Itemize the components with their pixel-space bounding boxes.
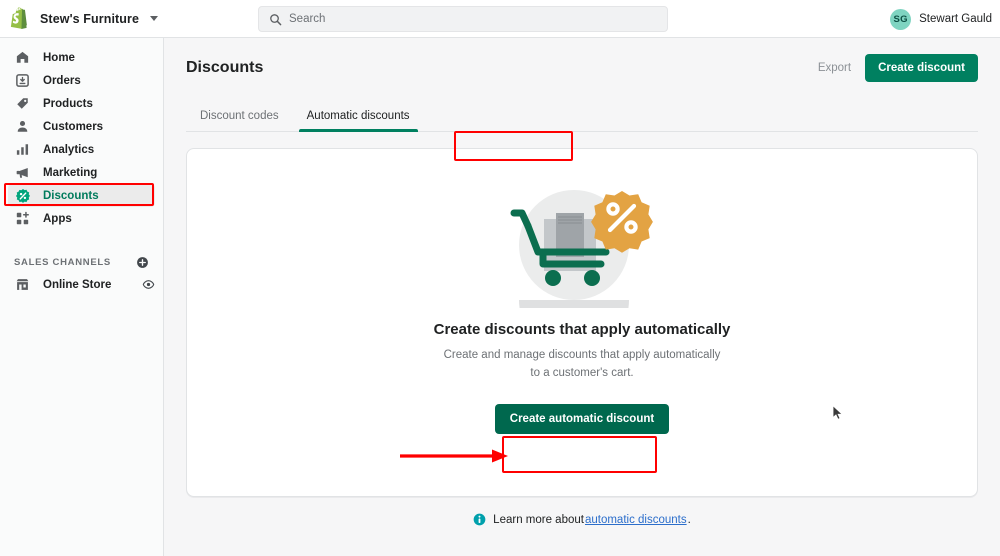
store-name: Stew's Furniture (40, 11, 140, 26)
storefront-icon (14, 276, 31, 293)
bar-chart-icon (14, 141, 31, 158)
avatar: SG (890, 8, 912, 30)
tab-discount-codes[interactable]: Discount codes (186, 110, 293, 131)
person-icon (14, 118, 31, 135)
sidebar-item-apps[interactable]: Apps (8, 207, 155, 230)
sidebar-divider (0, 230, 163, 245)
sidebar-item-analytics[interactable]: Analytics (8, 138, 155, 161)
sidebar-item-label: Orders (43, 74, 81, 87)
create-discount-button[interactable]: Create discount (865, 54, 978, 82)
sidebar-item-orders[interactable]: Orders (8, 69, 155, 92)
eye-icon[interactable] (141, 278, 155, 292)
shopify-admin-window: Stew's Furniture Search SG Stewart Gauld… (0, 0, 1000, 556)
apps-icon (14, 210, 31, 227)
sidebar-item-label: Analytics (43, 143, 95, 156)
learn-more-note: Learn more about automatic discounts . (164, 513, 1000, 526)
tab-automatic-discounts[interactable]: Automatic discounts (293, 110, 424, 132)
chevron-down-icon (150, 16, 159, 21)
sidebar-item-label: Home (43, 51, 75, 64)
tag-icon (14, 95, 31, 112)
sidebar-item-marketing[interactable]: Marketing (8, 161, 155, 184)
home-icon (14, 49, 31, 66)
shopping-cart-with-percent-badge-illustration (510, 190, 653, 308)
search-icon (270, 13, 282, 25)
tab-bar: Discount codes Automatic discounts (186, 100, 978, 132)
page-header-actions: Export Create discount (818, 54, 978, 82)
sidebar-item-label: Products (43, 97, 93, 110)
page-title: Discounts (186, 59, 264, 76)
account-menu[interactable]: SG Stewart Gauld (890, 0, 992, 38)
main-content: Discounts Export Create discount Discoun… (164, 38, 1000, 556)
sidebar-item-label: Marketing (43, 166, 98, 179)
plus-circle-icon[interactable] (135, 255, 149, 269)
megaphone-icon (14, 164, 31, 181)
empty-state-subtitle: Create and manage discounts that apply a… (443, 349, 721, 379)
automatic-discounts-link[interactable]: automatic discounts (585, 514, 687, 526)
info-icon (473, 513, 486, 526)
create-automatic-discount-button[interactable]: Create automatic discount (494, 403, 670, 434)
store-switcher[interactable]: Stew's Furniture (0, 7, 255, 30)
sidebar-item-products[interactable]: Products (8, 92, 155, 115)
export-button[interactable]: Export (818, 62, 851, 74)
learn-more-text: Learn more about (493, 513, 584, 526)
discount-icon (14, 187, 31, 204)
app-body: Home Orders Products Customers Analytics… (0, 38, 1000, 556)
sidebar-item-home[interactable]: Home (8, 46, 155, 69)
empty-state-title: Create discounts that apply automaticall… (433, 321, 731, 338)
empty-state-card: Create discounts that apply automaticall… (186, 148, 978, 497)
top-bar: Stew's Furniture Search SG Stewart Gauld (0, 0, 1000, 38)
sidebar-item-label: Customers (43, 120, 104, 133)
sidebar: Home Orders Products Customers Analytics… (0, 38, 164, 556)
page-header: Discounts Export Create discount (164, 38, 1000, 82)
sidebar-item-label: Apps (43, 212, 72, 225)
sales-channels-header: SALES CHANNELS (0, 251, 163, 273)
account-name: Stewart Gauld (919, 13, 992, 25)
sidebar-item-customers[interactable]: Customers (8, 115, 155, 138)
search-placeholder: Search (289, 13, 326, 25)
shopify-logo (10, 7, 27, 30)
orders-icon (14, 72, 31, 89)
sidebar-item-label: Online Store (43, 278, 112, 291)
sales-channels-title: SALES CHANNELS (14, 256, 111, 268)
sidebar-item-label: Discounts (43, 189, 99, 202)
search-input[interactable]: Search (258, 6, 668, 32)
sidebar-item-online-store[interactable]: Online Store (8, 273, 155, 296)
learn-more-period: . (687, 513, 691, 526)
sidebar-item-discounts[interactable]: Discounts (8, 184, 155, 207)
